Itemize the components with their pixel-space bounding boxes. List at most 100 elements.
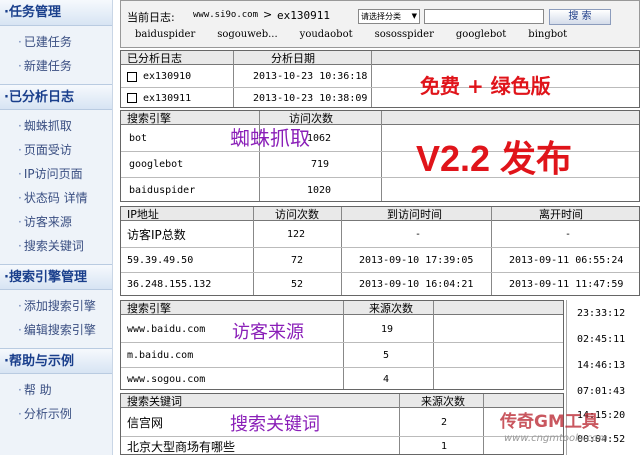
sidebar-item-examples[interactable]: · 分析示例 bbox=[0, 402, 112, 426]
main-panel: 当前日志: www.si9o.com > ex130911 请选择分类 ▼ 搜 索… bbox=[120, 0, 640, 455]
bot-link[interactable]: bingbot bbox=[528, 29, 567, 40]
sidebar-section-task[interactable]: ·任务管理 bbox=[0, 0, 112, 26]
sidebar-item-label: 搜索关键词 bbox=[23, 239, 84, 253]
sidebar-section-engines[interactable]: ·搜索引擎管理 bbox=[0, 264, 112, 290]
engine-cell: www.sogou.com bbox=[127, 373, 206, 385]
table-row[interactable]: 访客IP总数 122 - - bbox=[121, 222, 639, 247]
sidebar-section-help[interactable]: ·帮助与示例 bbox=[0, 348, 112, 374]
arrive-cell: 2013-09-10 16:04:21 bbox=[359, 279, 474, 290]
table-row[interactable]: 36.248.155.132 52 2013-09-10 16:04:21 20… bbox=[121, 273, 639, 296]
count-cell: 1 bbox=[441, 441, 448, 452]
bot-link[interactable]: baiduspider bbox=[135, 29, 195, 40]
sidebar-item-ip[interactable]: · IP访问页面 bbox=[0, 162, 112, 186]
table-row[interactable]: m.baidu.com 5 bbox=[121, 343, 563, 367]
leave-cell: - bbox=[565, 229, 572, 240]
leave-cell: 2013-09-11 06:55:24 bbox=[509, 254, 624, 266]
bot-link-list: baiduspider sogouweb... youdaobot sososspid… bbox=[135, 29, 589, 40]
sidebar-item-label: 蜘蛛抓取 bbox=[23, 119, 72, 133]
current-log-label: 当前日志: bbox=[127, 11, 175, 24]
sidebar-item-help[interactable]: · 帮 助 bbox=[0, 378, 112, 402]
sidebar-item-label: IP访问页面 bbox=[23, 167, 83, 181]
section-title: 已分析日志 bbox=[8, 90, 74, 105]
section-title: 帮助与示例 bbox=[8, 354, 74, 369]
sidebar-item-edit-engine[interactable]: · 编辑搜索引擎 bbox=[0, 318, 112, 342]
sidebar-item-label: 已建任务 bbox=[23, 35, 72, 49]
table-header: 搜索引擎 访问次数 bbox=[121, 111, 639, 125]
visitor-overlay: 访客来源 bbox=[232, 322, 304, 343]
section-title: 搜索引擎管理 bbox=[8, 270, 87, 285]
sidebar-section-analyzed[interactable]: ·已分析日志 bbox=[0, 84, 112, 110]
sidebar-item-label: 状态码 详情 bbox=[23, 191, 88, 205]
bot-link[interactable]: sososspider bbox=[375, 29, 434, 40]
count-cell: 52 bbox=[291, 279, 304, 290]
site-link[interactable]: www.si9o.com bbox=[193, 10, 258, 20]
category-select[interactable]: 请选择分类 ▼ bbox=[358, 9, 420, 24]
date-cell: 2013-10-23 10:38:09 bbox=[253, 92, 368, 104]
peek-time: 07:01:43 bbox=[577, 386, 626, 397]
count-cell: 5 bbox=[383, 349, 390, 361]
count-cell: 4 bbox=[383, 373, 390, 385]
leave-cell: 2013-09-11 11:47:59 bbox=[509, 279, 624, 290]
table-row[interactable]: www.sogou.com 4 bbox=[121, 368, 563, 390]
bot-link[interactable]: youdaobot bbox=[300, 29, 353, 40]
table-row[interactable]: ex130911 2013-10-23 10:38:09 bbox=[121, 88, 639, 108]
sidebar-item-status[interactable]: · 状态码 详情 bbox=[0, 186, 112, 210]
count-cell: 72 bbox=[291, 254, 304, 266]
sidebar-item-new-task[interactable]: · 新建任务 bbox=[0, 54, 112, 78]
col-header: 离开时间 bbox=[539, 207, 583, 221]
sidebar-item-existing-tasks[interactable]: · 已建任务 bbox=[0, 30, 112, 54]
bot-link[interactable]: sogouweb... bbox=[217, 29, 277, 40]
count-cell: 719 bbox=[311, 159, 330, 170]
ip-cell: 36.248.155.132 bbox=[127, 279, 212, 290]
log-cell: ex130911 bbox=[127, 88, 191, 108]
sidebar-item-referer[interactable]: · 访客来源 bbox=[0, 210, 112, 234]
keywords-overlay: 搜索关键词 bbox=[230, 414, 320, 435]
date-cell: 2013-10-23 10:36:18 bbox=[253, 71, 368, 82]
watermark-logo: 传奇GM工具 www.cngmtools.com bbox=[500, 405, 640, 455]
search-button[interactable]: 搜 索 bbox=[549, 9, 611, 25]
chevron-down-icon: ▼ bbox=[411, 12, 417, 20]
peek-time: 23:33:12 bbox=[577, 308, 626, 319]
ip-cell: 访客IP总数 bbox=[127, 228, 186, 242]
engine-cell: googlebot bbox=[129, 159, 184, 170]
watermark-url: www.cngmtools.com bbox=[504, 433, 608, 444]
engine-cell: bot bbox=[129, 133, 148, 144]
sidebar-item-pages[interactable]: · 页面受访 bbox=[0, 138, 112, 162]
log-name-cell: ex130910 bbox=[143, 71, 192, 82]
table-header: 搜索关键词 来源次数 bbox=[121, 394, 563, 408]
count-cell: 122 bbox=[287, 229, 306, 240]
count-cell: 1062 bbox=[307, 133, 332, 144]
table-header: IP地址 访问次数 到访问时间 离开时间 bbox=[121, 207, 639, 221]
sidebar: ·任务管理 · 已建任务 · 新建任务 ·已分析日志 · 蜘蛛抓取 · 页面受访 · IP… bbox=[0, 0, 113, 455]
count-cell: 2 bbox=[441, 417, 448, 428]
row-checkbox[interactable] bbox=[127, 93, 137, 103]
table-row[interactable]: ex130910 2013-10-23 10:36:18 bbox=[121, 66, 639, 87]
table-header: 已分析日志 分析日期 bbox=[121, 51, 639, 65]
bot-link[interactable]: googlebot bbox=[456, 29, 506, 40]
sidebar-item-keywords[interactable]: · 搜索关键词 bbox=[0, 234, 112, 258]
search-input[interactable] bbox=[424, 9, 544, 24]
col-header: 已分析日志 bbox=[127, 51, 182, 65]
arrive-cell: 2013-09-10 17:39:05 bbox=[359, 254, 474, 266]
sidebar-item-label: 编辑搜索引擎 bbox=[23, 323, 96, 337]
breadcrumb-arrow: > bbox=[263, 8, 273, 21]
engine-cell: m.baidu.com bbox=[127, 349, 194, 361]
col-header: 来源次数 bbox=[421, 394, 465, 408]
log-cell: ex130910 bbox=[127, 66, 191, 87]
count-cell: 19 bbox=[381, 323, 394, 335]
col-header: 分析日期 bbox=[271, 51, 315, 65]
spider-overlay: 蜘蛛抓取 bbox=[230, 126, 310, 150]
table-row[interactable]: www.baidu.com 19 bbox=[121, 316, 563, 342]
table-row[interactable]: 59.39.49.50 72 2013-09-10 17:39:05 2013-… bbox=[121, 248, 639, 272]
keyword-table: 搜索关键词 来源次数 信宫网 2 北京大型商场有哪些 1 bbox=[120, 393, 564, 455]
keyword-cell: 北京大型商场有哪些 bbox=[127, 440, 236, 454]
peek-time: 02:45:11 bbox=[577, 334, 626, 345]
sidebar-item-add-engine[interactable]: · 添加搜索引擎 bbox=[0, 294, 112, 318]
sidebar-item-spider[interactable]: · 蜘蛛抓取 bbox=[0, 114, 112, 138]
sidebar-item-label: 新建任务 bbox=[23, 59, 72, 73]
table-row[interactable]: 信宫网 2 bbox=[121, 409, 563, 436]
table-row[interactable]: 北京大型商场有哪些 1 bbox=[121, 437, 563, 455]
row-checkbox[interactable] bbox=[127, 71, 137, 82]
version-banner: V2.2 发布 bbox=[416, 138, 573, 179]
col-header: 来源次数 bbox=[369, 301, 413, 315]
